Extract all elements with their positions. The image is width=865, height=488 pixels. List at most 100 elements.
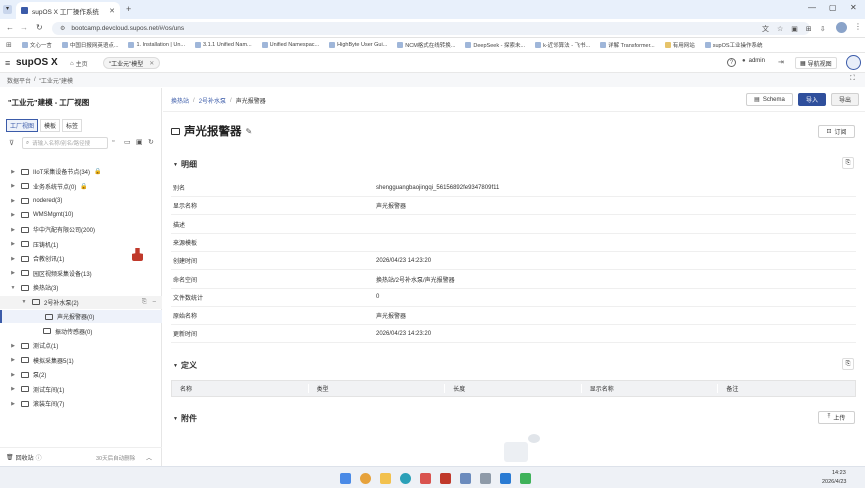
tree-node[interactable]: ▼ 2号补水泵(2) ⎘ – bbox=[0, 295, 162, 309]
refresh-icon[interactable]: ↻ bbox=[148, 138, 154, 146]
search-input[interactable]: ⌕ 请输入名称/别名/路径搜 bbox=[22, 137, 108, 149]
tree-node[interactable]: ▶ WMSMgmt(10) bbox=[0, 209, 162, 222]
bookmark[interactable]: 1. Installation | Un... bbox=[128, 42, 185, 48]
reload-icon[interactable]: ↻ bbox=[36, 23, 43, 32]
bookmark[interactable]: DeepSeek - 探索未... bbox=[465, 41, 525, 49]
edge-icon[interactable] bbox=[400, 473, 411, 484]
tab-list-icon[interactable]: ▾ bbox=[3, 5, 12, 14]
tree-node[interactable]: 声光报警器(0) bbox=[0, 310, 162, 323]
home-tab[interactable]: ⌂ 主页 bbox=[70, 58, 88, 69]
maximize-icon[interactable]: ▢ bbox=[829, 3, 837, 12]
active-page-tab[interactable]: "工业元"模型 ✕ bbox=[103, 57, 161, 69]
user-menu[interactable]: ● admin bbox=[742, 58, 765, 64]
tab-close-icon[interactable]: ✕ bbox=[109, 7, 115, 15]
app-icon[interactable] bbox=[440, 473, 451, 484]
app-icon[interactable] bbox=[420, 473, 431, 484]
tree-node[interactable]: ▶ nodered(3) bbox=[0, 194, 162, 207]
upload-button[interactable]: ⤒ 上传 bbox=[818, 411, 855, 424]
tab-template[interactable]: 模板 bbox=[40, 119, 61, 132]
browser-tab[interactable]: supOS X 工厂操作系统 ✕ bbox=[16, 2, 120, 19]
tab-factory-view[interactable]: 工厂视图 bbox=[6, 119, 39, 132]
bookmark[interactable]: 中国日报网英语点... bbox=[61, 41, 118, 49]
collapse-up-icon[interactable]: ︿ bbox=[146, 453, 152, 462]
bookmark[interactable]: NCM格式在线转换... bbox=[397, 41, 455, 49]
caret-right-icon[interactable]: ▶ bbox=[9, 241, 17, 247]
close-tab-icon[interactable]: ✕ bbox=[149, 60, 154, 67]
filter-icon[interactable]: ⊽ bbox=[9, 139, 14, 147]
copy-definition-icon[interactable]: ⎘ bbox=[842, 358, 854, 370]
caret-right-icon[interactable]: ▶ bbox=[9, 357, 17, 363]
tree-node[interactable]: ▶ 华中汽配有限公司(200) bbox=[0, 223, 162, 236]
tree-node[interactable]: ▶ IIoT采集设备节点(34) 🔒 bbox=[0, 165, 162, 178]
tree-node[interactable]: ▶ 滚装车间(7) bbox=[0, 397, 162, 410]
apps-icon[interactable]: ⊞ bbox=[6, 41, 12, 49]
tree-node[interactable]: ▶ 模拟采集器5(1) bbox=[0, 354, 162, 367]
tab-tag[interactable]: 标签 bbox=[62, 119, 83, 132]
copy-node-icon[interactable]: ⎘ bbox=[142, 299, 147, 306]
wechat-icon[interactable] bbox=[520, 473, 531, 484]
caret-right-icon[interactable]: ▶ bbox=[9, 212, 17, 218]
breadcrumb-item[interactable]: 换热站 bbox=[171, 96, 189, 105]
logout-icon[interactable]: ⇥ bbox=[778, 58, 784, 66]
caret-down-icon[interactable]: ▼ bbox=[20, 299, 28, 305]
import-folder-icon[interactable]: ▣ bbox=[136, 138, 143, 146]
tree-node[interactable]: ▼ 换热站(3) bbox=[0, 281, 162, 294]
explorer-icon[interactable] bbox=[380, 473, 391, 484]
new-folder-icon[interactable]: ▭ bbox=[124, 138, 131, 146]
forward-icon[interactable]: → bbox=[20, 23, 28, 32]
extensions-icons[interactable]: 文☆▣⊞⇩ bbox=[762, 24, 834, 34]
tree-node[interactable]: ▶ 泵(2) bbox=[0, 368, 162, 381]
bookmark[interactable]: k-近邻算法 - 飞书... bbox=[535, 41, 590, 49]
caret-down-icon[interactable]: ▼ bbox=[9, 285, 17, 291]
recycle-bin[interactable]: 🗑 回收站 ⓘ bbox=[6, 453, 42, 462]
help-icon[interactable]: ? bbox=[727, 58, 736, 67]
breadcrumb-item[interactable]: 2号补水泵 bbox=[199, 96, 226, 105]
caret-right-icon[interactable]: ▶ bbox=[9, 401, 17, 407]
url-field[interactable]: ⚙ bootcamp.devcloud.supos.net/#/os/uns bbox=[52, 22, 810, 35]
vscode-icon[interactable] bbox=[500, 473, 511, 484]
close-window-icon[interactable]: ✕ bbox=[850, 3, 857, 12]
tree-node[interactable]: ▶ 测试车间(1) bbox=[0, 383, 162, 396]
back-icon[interactable]: ← bbox=[6, 23, 14, 32]
caret-right-icon[interactable]: ▶ bbox=[9, 183, 17, 189]
new-file-icon[interactable]: ▫ bbox=[112, 138, 114, 145]
app-icon[interactable] bbox=[460, 473, 471, 484]
caret-right-icon[interactable]: ▶ bbox=[9, 270, 17, 276]
chrome-icon[interactable] bbox=[360, 473, 371, 484]
tree-node[interactable]: 振动传感器(0) bbox=[0, 325, 162, 338]
start-icon[interactable] bbox=[340, 473, 351, 484]
edit-file-icon[interactable]: ✎ bbox=[246, 127, 253, 136]
caret-right-icon[interactable]: ▶ bbox=[9, 169, 17, 175]
fullscreen-icon[interactable]: ⛶ bbox=[850, 75, 855, 83]
new-tab-icon[interactable]: + bbox=[126, 4, 131, 14]
bookmark[interactable]: supOS工业操作系统 bbox=[704, 41, 763, 49]
section-detail-header[interactable]: ▼ 明细 bbox=[173, 159, 197, 170]
more-icon[interactable]: – bbox=[153, 299, 156, 305]
export-button[interactable]: 导出 bbox=[831, 93, 859, 106]
bookmark[interactable]: 3.1.1 Unified Nam... bbox=[195, 42, 252, 48]
caret-right-icon[interactable]: ▶ bbox=[9, 343, 17, 349]
bookmark[interactable]: 文心一言 bbox=[21, 41, 52, 49]
caret-right-icon[interactable]: ▶ bbox=[9, 386, 17, 392]
caret-right-icon[interactable]: ▶ bbox=[9, 372, 17, 378]
menu-icon[interactable]: ⋮ bbox=[854, 22, 862, 31]
tree-node[interactable]: ▶ 业务系统节点(0) 🔒 bbox=[0, 180, 162, 193]
profile-avatar[interactable] bbox=[836, 22, 847, 33]
assistant-avatar[interactable] bbox=[846, 55, 861, 70]
hamburger-menu-icon[interactable]: ≡ bbox=[5, 58, 10, 68]
tree-node[interactable]: ▶ 园区视频采集设备(13) bbox=[0, 267, 162, 280]
caret-right-icon[interactable]: ▶ bbox=[9, 198, 17, 204]
app-icon[interactable] bbox=[480, 473, 491, 484]
bookmark-folder[interactable]: 有用网站 bbox=[664, 41, 695, 49]
tree-node[interactable]: ▶ 测试点(1) bbox=[0, 339, 162, 352]
caret-right-icon[interactable]: ▶ bbox=[9, 227, 17, 233]
section-definition-header[interactable]: ▼ 定义 bbox=[173, 360, 197, 371]
bookmark[interactable]: 详解 Transformer... bbox=[600, 41, 655, 49]
caret-right-icon[interactable]: ▶ bbox=[9, 256, 17, 262]
schema-button[interactable]: ▤ Schema bbox=[746, 93, 793, 106]
copy-detail-icon[interactable]: ⎘ bbox=[842, 157, 854, 169]
minimize-icon[interactable]: — bbox=[808, 3, 816, 12]
site-info-icon[interactable]: ⚙ bbox=[60, 25, 65, 32]
nav-view-button[interactable]: ▦ 导航视图 bbox=[795, 57, 837, 69]
section-attachment-header[interactable]: ▼ 附件 bbox=[173, 413, 197, 424]
